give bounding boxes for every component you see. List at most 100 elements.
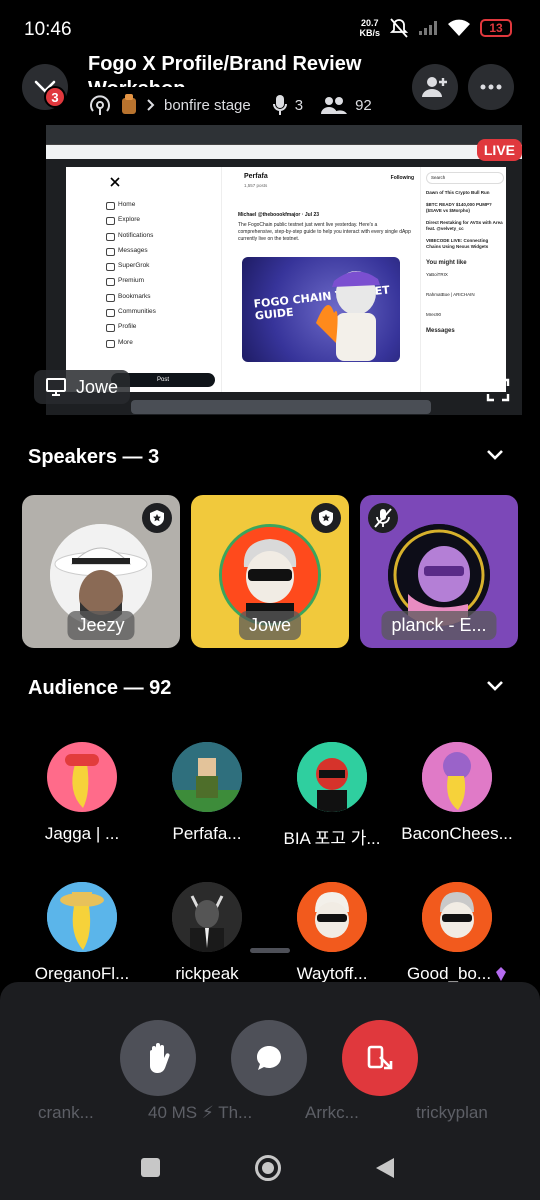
home-button[interactable]: [255, 1155, 281, 1181]
speaker-name: Jowe: [238, 611, 302, 640]
add-user-icon: [422, 77, 447, 97]
nitro-gem-icon: [496, 967, 507, 981]
stage-info-row: bonfire stage 3 92: [88, 94, 372, 116]
red-robot-avatar-icon: [297, 742, 367, 812]
recent-apps-button[interactable]: [141, 1158, 160, 1177]
x-trend-item: Direct Restaking for AVSs with Area feat…: [426, 220, 503, 231]
people-icon: [321, 97, 348, 114]
audience-member[interactable]: Jagga | ...: [17, 742, 147, 844]
chat-button[interactable]: [231, 1020, 307, 1096]
audience-toggle[interactable]: [486, 679, 504, 697]
sheet-drag-handle[interactable]: [250, 948, 290, 953]
x-nav-bookmarks: Bookmarks: [106, 289, 156, 304]
audience-member[interactable]: OreganoFl...: [17, 882, 147, 984]
x-trend-item: $BTC READY $140,000 PUMP? ($SAVE vs $Mor…: [426, 202, 492, 213]
clock: 10:46: [24, 19, 72, 40]
moderator-badge: [142, 503, 172, 533]
mac-dock: [131, 400, 431, 414]
raise-hand-button[interactable]: [120, 1020, 196, 1096]
audience-member[interactable]: Good_bo...: [392, 882, 522, 984]
hidden-audience-name: 40 MS ⚡ Th...: [148, 1103, 253, 1122]
shield-star-icon: [319, 510, 333, 526]
fogo-guide-image: FOGO CHAIN TESTNET GUIDE: [242, 257, 400, 362]
stream-owner-name: Jowe: [76, 376, 119, 397]
audience-avatar: [47, 742, 117, 812]
x-suggested-user: Mrec90: [426, 312, 442, 317]
x-might-like-title: You might like: [426, 260, 467, 266]
audience-member[interactable]: rickpeak: [142, 882, 272, 984]
moderator-badge: [311, 503, 341, 533]
shield-star-icon: [150, 510, 164, 526]
live-badge: LIVE: [476, 139, 522, 161]
muted-indicator: [368, 503, 398, 533]
network-speed-value: 20.7: [360, 18, 379, 28]
stage-icon: [90, 95, 110, 115]
stage-channel-name[interactable]: bonfire stage: [164, 97, 251, 114]
x-trend-item: Dawn of This Crypto Bull Run: [426, 190, 490, 195]
x-nav-more: More: [106, 335, 156, 350]
x-nav-premium: Premium: [106, 273, 156, 288]
audience-avatar: [47, 882, 117, 952]
speaker-card-jeezy[interactable]: Jeezy: [22, 495, 180, 648]
x-sidebar-nav: Home Explore Notifications Messages Supe…: [106, 197, 156, 350]
cartoon-sunglasses-avatar-icon: [422, 882, 492, 952]
x-trend-item: VIBECODE LIVE: Connecting Chains Using N…: [426, 238, 489, 249]
x-search-box: Search: [426, 172, 504, 184]
browser-tab-bar: [46, 125, 522, 145]
speaker-count: 3: [294, 96, 304, 114]
cartoon-sunglasses-avatar-icon: [297, 882, 367, 952]
x-feed: Perfafa 1,557 posts Following Michael @t…: [221, 167, 421, 392]
x-nav-communities: Communities: [106, 304, 156, 319]
audience-member[interactable]: BIA 포고 가...: [267, 742, 397, 849]
hidden-audience-name: crank...: [38, 1103, 94, 1122]
x-following-button: Following: [390, 175, 414, 181]
audience-member[interactable]: BaconChees...: [392, 742, 522, 844]
microphone-icon: [272, 95, 287, 115]
audience-name: Waytoff...: [296, 964, 368, 983]
invite-button[interactable]: [412, 64, 458, 110]
back-triangle-icon[interactable]: [374, 1156, 396, 1180]
bonfire-icon: [122, 94, 136, 114]
speakers-toggle[interactable]: [486, 448, 504, 466]
leave-stage-button[interactable]: [342, 1020, 418, 1096]
speaker-card-jowe[interactable]: Jowe: [191, 495, 349, 648]
fullscreen-button[interactable]: [482, 374, 514, 406]
screen-share-icon: [46, 378, 66, 396]
hidden-audience-name: Arrkc...: [305, 1103, 359, 1122]
x-nav-home: Home: [106, 197, 156, 212]
straw-hat-banana-avatar-icon: [47, 882, 117, 952]
audience-member[interactable]: Waytoff...: [267, 882, 397, 984]
audience-name: OreganoFl...: [34, 964, 130, 983]
x-post-author: Michael @theboookfmajor · Jul 23: [238, 212, 320, 218]
home-dot-icon: [262, 1162, 274, 1174]
more-dots-icon: [480, 84, 502, 90]
stream-owner-label: Jowe: [34, 370, 131, 404]
x-logo-icon: [110, 177, 120, 187]
browser-address-bar: [46, 145, 522, 159]
audience-section-title: Audience — 92: [28, 677, 172, 699]
audience-name: BIA 포고 가...: [283, 829, 381, 848]
audience-avatar: [422, 742, 492, 812]
audience-avatar: [297, 742, 367, 812]
audience-name: BaconChees...: [401, 824, 513, 843]
audience-name: Jagga | ...: [44, 824, 120, 843]
notification-badge: 3: [44, 86, 66, 108]
more-options-button[interactable]: [468, 64, 514, 110]
battery-indicator: 13: [480, 19, 512, 37]
status-bar: 10:46 20.7 KB/s 13: [0, 0, 540, 60]
stage-title-overflow: Workshop: [88, 77, 188, 87]
audience-name: Good_bo...: [406, 964, 492, 983]
x-nav-profile: Profile: [106, 319, 156, 334]
banana-cap-avatar-icon: [65, 754, 99, 808]
chevron-right-icon: [147, 99, 155, 111]
speakers-section-title: Speakers — 3: [28, 446, 160, 468]
audience-avatar: [297, 882, 367, 952]
audience-member[interactable]: Perfafa...: [142, 742, 272, 844]
listener-count: 92: [355, 96, 372, 114]
status-icons: 20.7 KB/s 13: [359, 18, 512, 38]
speaker-card-planck[interactable]: planck - E...: [360, 495, 518, 648]
x-nav-supergrok: SuperGrok: [106, 258, 156, 273]
pixel-character-avatar-icon: [172, 742, 242, 812]
speaker-name: Jeezy: [67, 611, 135, 640]
bear-banana-avatar-icon: [422, 742, 492, 812]
